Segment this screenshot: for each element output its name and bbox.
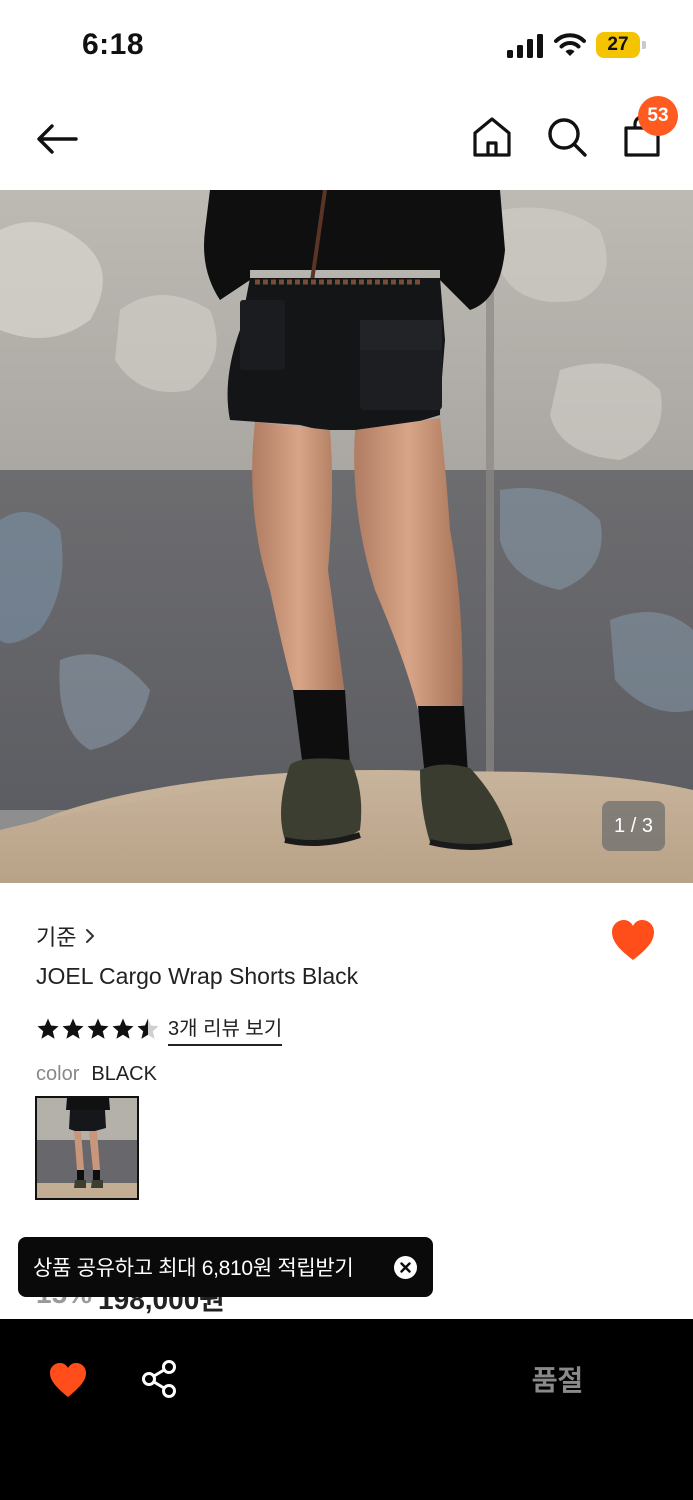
home-icon[interactable] bbox=[470, 114, 514, 160]
share-reward-toast: 상품 공유하고 최대 6,810원 적립받기 bbox=[18, 1237, 433, 1297]
heart-icon[interactable] bbox=[610, 918, 656, 962]
back-arrow-icon[interactable] bbox=[34, 116, 80, 162]
brand-name: 기준 bbox=[36, 925, 77, 950]
share-icon[interactable] bbox=[140, 1359, 178, 1399]
star-icon bbox=[112, 1018, 134, 1039]
soldout-button[interactable]: 품절 bbox=[470, 1359, 645, 1403]
color-value: BLACK bbox=[91, 1063, 157, 1085]
brand-link[interactable]: 기준 bbox=[36, 920, 96, 952]
status-bar: 6:18 27 bbox=[0, 0, 693, 92]
product-image[interactable] bbox=[0, 190, 693, 883]
star-icon bbox=[37, 1018, 59, 1039]
image-counter: 1 / 3 bbox=[602, 801, 665, 851]
top-nav bbox=[0, 92, 693, 190]
swatch-photo bbox=[37, 1098, 137, 1198]
star-rating bbox=[36, 1017, 160, 1041]
close-icon[interactable] bbox=[394, 1256, 417, 1279]
color-row: color BLACK bbox=[36, 1063, 157, 1086]
color-swatch-thumbnail[interactable] bbox=[35, 1096, 139, 1200]
battery-tip bbox=[642, 41, 646, 49]
cart-count-badge: 53 bbox=[638, 96, 678, 136]
color-label: color bbox=[36, 1063, 80, 1085]
product-photo bbox=[0, 190, 693, 883]
toast-message: 상품 공유하고 최대 6,810원 적립받기 bbox=[33, 1257, 354, 1280]
battery-indicator: 27 bbox=[596, 32, 646, 58]
product-title: JOEL Cargo Wrap Shorts Black bbox=[36, 963, 359, 989]
star-icon bbox=[87, 1018, 109, 1039]
rating-row: 3개 리뷰 보기 bbox=[36, 1012, 283, 1046]
heart-icon[interactable] bbox=[48, 1361, 88, 1399]
status-time: 6:18 bbox=[82, 28, 145, 61]
chevron-right-icon bbox=[86, 929, 95, 943]
cellular-signal-icon bbox=[507, 34, 543, 58]
star-half-icon bbox=[137, 1018, 159, 1039]
star-icon bbox=[62, 1018, 84, 1039]
search-icon[interactable] bbox=[544, 114, 590, 160]
bottom-action-bar: 품절 bbox=[0, 1319, 693, 1500]
wifi-icon bbox=[554, 33, 586, 56]
review-link[interactable]: 3개 리뷰 보기 bbox=[168, 1012, 283, 1046]
battery-percent: 27 bbox=[607, 34, 629, 55]
